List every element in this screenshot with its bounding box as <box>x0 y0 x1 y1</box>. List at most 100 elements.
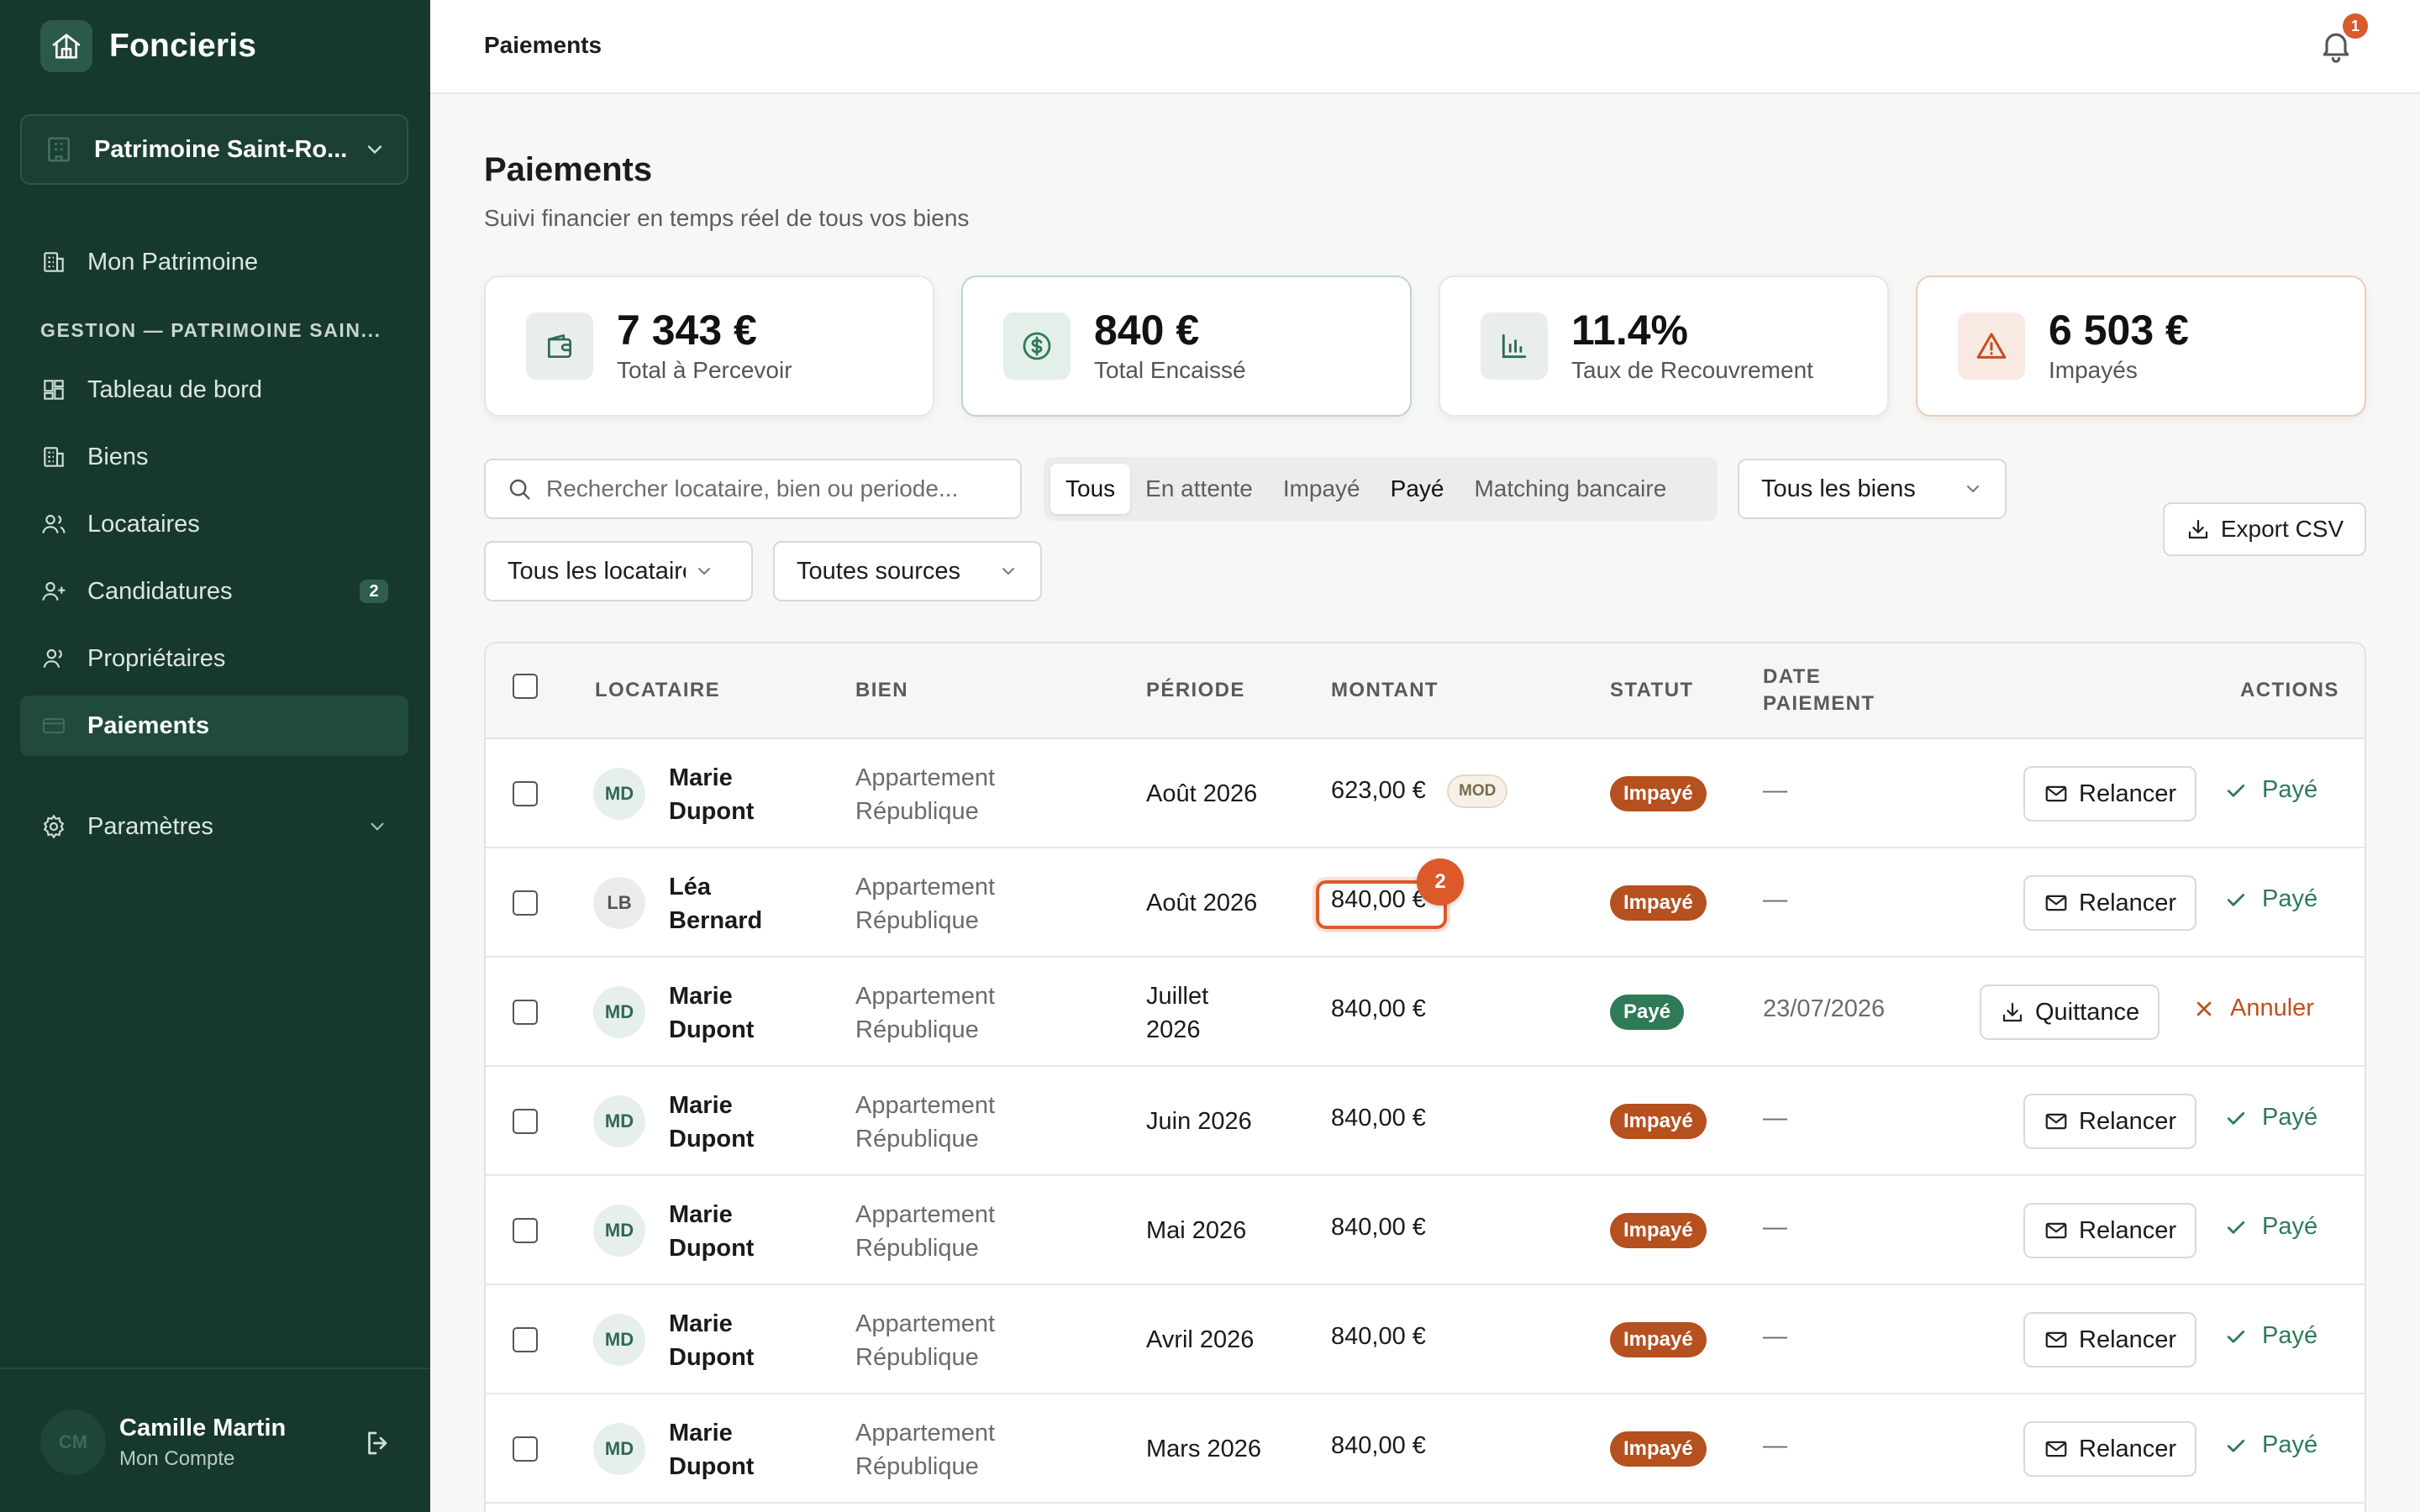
table-row[interactable]: LB Léa Bernard Appartement République Août… <box>486 848 2365 958</box>
tab-en-attente[interactable]: En attente <box>1130 464 1268 514</box>
property-line2: République <box>855 1235 979 1262</box>
nav-mon-patrimoine[interactable]: Mon Patrimoine <box>20 232 408 292</box>
tab-paye[interactable]: Payé <box>1376 464 1460 514</box>
row-checkbox[interactable] <box>513 781 538 806</box>
mark-paid-button[interactable]: Payé <box>2223 1431 2317 1459</box>
biens-select[interactable]: Tous les biens <box>1738 459 2007 519</box>
search-input[interactable] <box>546 475 1017 502</box>
button-label: Relancer <box>2079 1107 2177 1135</box>
row-checkbox[interactable] <box>513 1327 538 1352</box>
relancer-button[interactable]: Relancer <box>2023 1312 2197 1368</box>
nav-label: Propriétaires <box>87 644 226 672</box>
kpi-total-encaisse: 840 € Total Encaissé <box>961 276 1412 417</box>
button-label: Relancer <box>2079 1326 2177 1353</box>
sidebar-item-biens[interactable]: Biens <box>20 427 408 487</box>
button-label: Payé <box>2262 1104 2318 1131</box>
status-badge: Payé <box>1610 995 1685 1030</box>
tenant-name[interactable]: Marie Dupont <box>669 1089 820 1156</box>
tenant-name[interactable]: Léa Bernard <box>669 870 820 937</box>
tenant-last-name: Dupont <box>669 1235 755 1262</box>
amount: 840,00 € <box>1331 1432 1426 1459</box>
export-csv-button[interactable]: Export CSV <box>2163 502 2366 556</box>
property-name: Appartement République <box>855 1416 1057 1483</box>
button-label: Payé <box>2262 1213 2318 1240</box>
col-date-paiement-line1[interactable]: DATE <box>1763 665 1821 689</box>
tab-matching-bancaire[interactable]: Matching bancaire <box>1459 464 1681 514</box>
relancer-button[interactable]: Relancer <box>2023 1203 2197 1258</box>
relancer-button[interactable]: Relancer <box>2023 1094 2197 1149</box>
table-row[interactable]: MD Marie Dupont Appartement République Jui… <box>486 1067 2365 1176</box>
quittance-button[interactable]: Quittance <box>1980 984 2160 1040</box>
property-name: Appartement République <box>855 1089 1057 1156</box>
select-value: Toutes sources <box>797 557 961 585</box>
sidebar-item-paiements[interactable]: Paiements <box>20 696 408 756</box>
col-statut[interactable]: STATUT <box>1610 679 1694 702</box>
workspace-selector[interactable]: Patrimoine Saint-Ro... <box>20 114 408 185</box>
building-icon <box>44 447 64 467</box>
chevron-down-icon <box>367 145 382 155</box>
table-row[interactable]: MD Marie Dupont Appartement République Aoû… <box>486 739 2365 848</box>
kpi-label: Total à Percevoir <box>617 357 792 384</box>
relancer-button[interactable]: Relancer <box>2023 875 2197 931</box>
row-checkbox[interactable] <box>513 1109 538 1134</box>
sidebar-item-tableau-de-bord[interactable]: Tableau de bord <box>20 360 408 420</box>
tenant-name[interactable]: Marie Dupont <box>669 979 820 1047</box>
table-row[interactable]: MD Marie Dupont Appartement République Mai… <box>486 1176 2365 1285</box>
locataires-select[interactable]: Tous les locataires <box>484 541 753 601</box>
sidebar-item-locataires[interactable]: Locataires <box>20 494 408 554</box>
col-bien[interactable]: BIEN <box>855 679 908 702</box>
sidebar-item-proprietaires[interactable]: Propriétaires <box>20 628 408 689</box>
sidebar-item-candidatures[interactable]: Candidatures 2 <box>20 561 408 622</box>
select-all-checkbox[interactable] <box>513 674 538 699</box>
logout-icon[interactable] <box>363 1428 393 1458</box>
avatar: MD <box>593 1095 645 1147</box>
section-label: GESTION — PATRIMOINE SAIN... <box>40 319 381 341</box>
dollar-circle-icon <box>1003 312 1071 380</box>
tenant-last-name: Dupont <box>669 1453 755 1480</box>
col-montant[interactable]: MONTANT <box>1331 679 1439 702</box>
tenant-first-name: Marie <box>669 1310 733 1337</box>
tenant-name[interactable]: Marie Dupont <box>669 1307 820 1374</box>
relancer-button[interactable]: Relancer <box>2023 766 2197 822</box>
app-logo[interactable]: Foncieris <box>40 20 256 72</box>
search-box[interactable] <box>484 459 1022 519</box>
user-account[interactable]: CM Camille Martin Mon Compte <box>40 1404 393 1480</box>
property-line1: Appartement <box>855 1092 996 1119</box>
mark-paid-button[interactable]: Payé <box>2223 1104 2317 1131</box>
row-checkbox[interactable] <box>513 1436 538 1462</box>
tenant-name[interactable]: Marie Dupont <box>669 761 820 828</box>
status-badge: Impayé <box>1610 1322 1707 1357</box>
table-row[interactable]: MD Marie Dupont Appartement République Mar… <box>486 1394 2365 1504</box>
tenant-first-name: Marie <box>669 764 733 791</box>
amount: 840,00 € <box>1331 1214 1426 1241</box>
col-locataire[interactable]: LOCATAIRE <box>595 679 720 702</box>
kpi-value: 6 503 € <box>2049 306 2189 354</box>
cancel-button[interactable]: Annuler <box>2191 995 2314 1022</box>
building-icon <box>48 137 70 162</box>
table-row[interactable]: MD Marie Dupont Appartement République Jui… <box>486 958 2365 1067</box>
col-periode[interactable]: PÉRIODE <box>1146 679 1245 702</box>
sidebar-item-parametres[interactable]: Paramètres <box>20 796 408 857</box>
close-icon <box>2196 1001 2212 1016</box>
relancer-button[interactable]: Relancer <box>2023 1421 2197 1477</box>
col-date-paiement-line2[interactable]: PAIEMENT <box>1763 692 1875 716</box>
mark-paid-button[interactable]: Payé <box>2223 885 2317 913</box>
tenant-first-name: Marie <box>669 1092 733 1119</box>
users-icon <box>42 514 66 533</box>
tenant-name[interactable]: Marie Dupont <box>669 1416 820 1483</box>
row-checkbox[interactable] <box>513 1000 538 1025</box>
sources-select[interactable]: Toutes sources <box>773 541 1042 601</box>
avatar: LB <box>593 877 645 929</box>
row-checkbox[interactable] <box>513 1218 538 1243</box>
table-row[interactable]: MD Marie Dupont Appartement République Avr… <box>486 1285 2365 1394</box>
mark-paid-button[interactable]: Payé <box>2223 776 2317 804</box>
mark-paid-button[interactable]: Payé <box>2223 1322 2317 1350</box>
mark-paid-button[interactable]: Payé <box>2223 1213 2317 1241</box>
tab-impaye[interactable]: Impayé <box>1268 464 1376 514</box>
tab-tous[interactable]: Tous <box>1050 464 1131 514</box>
mail-icon <box>2045 1331 2067 1348</box>
tenant-name[interactable]: Marie Dupont <box>669 1198 820 1265</box>
button-label: Payé <box>2262 1322 2318 1349</box>
row-checkbox[interactable] <box>513 890 538 916</box>
kpi-impayes: 6 503 € Impayés <box>1916 276 2366 417</box>
